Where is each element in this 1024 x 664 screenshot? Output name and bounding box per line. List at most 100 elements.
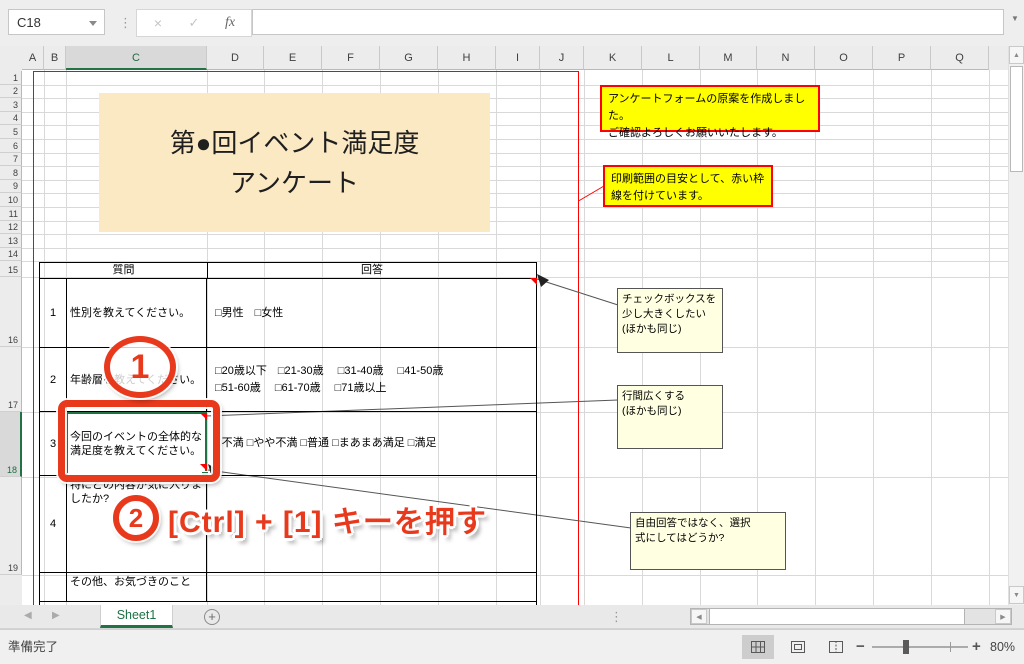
annotation-step2-text: [Ctrl] + [1] キーを押す	[168, 497, 487, 541]
vertical-scroll-thumb[interactable]	[1010, 66, 1023, 172]
horizontal-scroll-thumb[interactable]	[709, 609, 965, 624]
question-number-cell[interactable]: 4	[40, 476, 67, 572]
row-header-15[interactable]: 15	[0, 261, 22, 277]
scroll-right-icon[interactable]: ▶	[995, 609, 1011, 624]
zoom-level-label[interactable]: 80%	[990, 630, 1015, 664]
sheet-nav-right-icon[interactable]: ▶	[52, 610, 60, 621]
name-box-value: C18	[17, 15, 41, 30]
view-normal-button[interactable]	[742, 635, 774, 659]
scroll-down-icon[interactable]: ▼	[1009, 586, 1024, 604]
column-header-H[interactable]: H	[438, 46, 496, 70]
enter-icon[interactable]: ✓	[179, 10, 209, 36]
scroll-left-icon[interactable]: ◀	[691, 609, 707, 624]
row-header-7[interactable]: 7	[0, 153, 22, 167]
zoom-slider-tick	[950, 642, 951, 652]
column-header-F[interactable]: F	[322, 46, 380, 70]
horizontal-scrollbar[interactable]: ◀ ▶	[690, 608, 1012, 625]
insert-function-icon[interactable]: fx	[215, 10, 245, 36]
column-headers: ABCDEFGHIJKLMNOPQ	[0, 46, 1008, 70]
row-header-1[interactable]: 1	[0, 71, 22, 85]
row-header-6[interactable]: 6	[0, 139, 22, 153]
column-header-C[interactable]: C	[66, 46, 207, 70]
row-header-17[interactable]: 17	[0, 347, 22, 412]
answer-cell[interactable]: □男性 □女性	[207, 279, 536, 347]
table-row: その他、お気づきのこと	[40, 573, 536, 602]
page-break-icon	[829, 641, 843, 653]
annotation-highlight-box	[58, 400, 220, 482]
formula-bar-expand-icon[interactable]: ▼	[1008, 14, 1022, 30]
comment-line-spacing[interactable]: 行間広くする (ほかも同じ)	[617, 385, 723, 449]
column-header-P[interactable]: P	[873, 46, 931, 70]
column-header-A[interactable]: A	[22, 46, 44, 70]
status-ready-label: 準備完了	[8, 630, 58, 664]
question-number-cell[interactable]	[40, 573, 67, 601]
answer-cell[interactable]: □不満 □やや不満 □普通 □まあまあ満足 □満足	[207, 412, 536, 475]
row-header-13[interactable]: 13	[0, 234, 22, 248]
row-header-18[interactable]: 18	[0, 412, 22, 477]
view-page-break-button[interactable]	[820, 635, 852, 659]
separator-dots-icon: ⋮	[119, 16, 132, 29]
row-header-14[interactable]: 14	[0, 248, 22, 262]
row-header-4[interactable]: 4	[0, 112, 22, 126]
step2-number: 2	[129, 503, 143, 534]
zoom-slider-thumb[interactable]	[903, 640, 909, 654]
zoom-slider-track[interactable]	[872, 646, 968, 648]
row-header-10[interactable]: 10	[0, 193, 22, 207]
column-header-D[interactable]: D	[207, 46, 264, 70]
sheet-tab-strip: ◀ ▶ Sheet1 + ⋮ ◀ ▶	[0, 605, 1024, 629]
name-box[interactable]: C18	[8, 9, 105, 35]
row-header-19[interactable]: 19	[0, 477, 22, 575]
comment-indicator-icon	[200, 464, 207, 471]
cancel-icon[interactable]: ×	[143, 10, 173, 36]
comment-checkbox-size[interactable]: チェックボックスを 少し大きくしたい (ほかも同じ)	[617, 288, 723, 353]
column-header-G[interactable]: G	[380, 46, 438, 70]
view-page-layout-button[interactable]	[782, 635, 814, 659]
row-header-2[interactable]: 2	[0, 85, 22, 99]
survey-title-line2: アンケート	[99, 163, 490, 203]
column-header-Q[interactable]: Q	[931, 46, 989, 70]
row-header-5[interactable]: 5	[0, 125, 22, 139]
zoom-out-icon[interactable]: −	[856, 638, 865, 655]
add-sheet-button[interactable]: +	[204, 609, 220, 625]
sheet-content: 第●回イベント満足度 アンケート アンケートフォームの原案を作成しました。 ご確…	[22, 70, 1008, 605]
normal-view-icon	[751, 641, 765, 653]
column-header-B[interactable]: B	[44, 46, 66, 70]
column-header-L[interactable]: L	[642, 46, 700, 70]
row-header-12[interactable]: 12	[0, 221, 22, 235]
row-header-3[interactable]: 3	[0, 98, 22, 112]
answer-column-header: 回答	[208, 263, 536, 278]
sticky-note-print-area[interactable]: 印刷範囲の目安として、赤い枠線を付けています。	[603, 165, 773, 207]
row-header-9[interactable]: 9	[0, 180, 22, 194]
column-header-N[interactable]: N	[757, 46, 815, 70]
zoom-in-icon[interactable]: +	[972, 638, 981, 655]
row-header-16[interactable]: 16	[0, 277, 22, 347]
name-box-dropdown-icon[interactable]	[89, 21, 97, 26]
answer-options-line: □20歳以下 □21-30歳 □31-40歳 □41-50歳	[215, 363, 528, 380]
column-header-J[interactable]: J	[540, 46, 584, 70]
survey-title-block[interactable]: 第●回イベント満足度 アンケート	[99, 93, 490, 232]
column-header-M[interactable]: M	[700, 46, 757, 70]
survey-title-line1: 第●回イベント満足度	[99, 123, 490, 163]
annotation-step2-circle: 2	[113, 495, 159, 541]
column-header-K[interactable]: K	[584, 46, 642, 70]
answer-cell[interactable]: □20歳以下 □21-30歳 □31-40歳 □41-50歳□51-60歳 □6…	[207, 348, 536, 411]
answer-options-line: □51-60歳 □61-70歳 □71歳以上	[215, 380, 528, 397]
sticky-note-proposal[interactable]: アンケートフォームの原案を作成しました。 ご確認よろしくお願いいたします。	[600, 85, 820, 132]
comment-free-answer[interactable]: 自由回答ではなく、選択 式にしてはどうか?	[630, 512, 786, 570]
question-cell[interactable]: その他、お気づきのこと	[67, 573, 207, 601]
sheet-nav-left-icon[interactable]: ◀	[24, 610, 32, 621]
column-header-I[interactable]: I	[496, 46, 540, 70]
row-header-11[interactable]: 11	[0, 207, 22, 221]
formula-buttons: × ✓ fx	[136, 9, 252, 37]
scroll-up-icon[interactable]: ▲	[1009, 46, 1024, 64]
sheet-tab-sheet1[interactable]: Sheet1	[100, 605, 173, 628]
question-number-cell[interactable]: 1	[40, 279, 67, 347]
row-headers: 12345678910111213141516171819	[0, 70, 22, 605]
formula-input[interactable]	[252, 9, 1004, 35]
answer-cell[interactable]	[207, 573, 536, 601]
column-header-E[interactable]: E	[264, 46, 322, 70]
answer-options-line: □不満 □やや不満 □普通 □まあまあ満足 □満足	[215, 435, 528, 452]
column-header-O[interactable]: O	[815, 46, 873, 70]
row-header-8[interactable]: 8	[0, 166, 22, 180]
vertical-scrollbar[interactable]: ▲ ▼	[1008, 46, 1024, 605]
